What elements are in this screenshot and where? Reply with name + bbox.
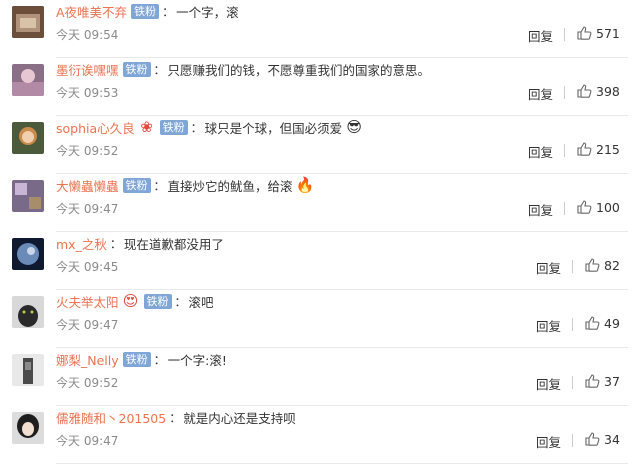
sunglasses-emoji: 😎	[346, 118, 362, 136]
thumbs-up-icon[interactable]	[584, 373, 600, 389]
reply-button[interactable]: 回复	[528, 84, 553, 103]
divider	[564, 202, 565, 215]
divider	[572, 260, 573, 273]
colon-separator: ：	[190, 120, 203, 135]
comment-time: 今天 09:52	[56, 376, 119, 390]
avatar[interactable]	[12, 296, 44, 328]
thumbs-up-icon[interactable]	[576, 83, 592, 99]
crown-badge-icon: ❀	[140, 118, 153, 136]
comment-text: 直接炒它的鱿鱼，给滚	[167, 178, 293, 194]
colon-separator: ：	[153, 178, 166, 193]
reply-button[interactable]: 回复	[528, 200, 553, 219]
thumbs-up-icon[interactable]	[584, 431, 600, 447]
user-name[interactable]: 墨衍诶嘿嘿	[56, 60, 119, 79]
comment-time: 今天 09:54	[56, 28, 119, 42]
heart-eyes-badge-icon: 😍	[122, 292, 139, 310]
comment-time: 今天 09:47	[56, 318, 119, 332]
like-count: 34	[604, 432, 620, 447]
reply-button[interactable]: 回复	[536, 258, 561, 277]
comment-item: 儒雅随和丶201505 ： 就是内心还是支持呗 今天 09:47 回复 34	[0, 406, 640, 464]
comment-text: 现在道歉都没用了	[123, 236, 224, 252]
comment-item: 墨衍诶嘿嘿 铁粉 ： 只愿赚我们的钱，不愿尊重我们的国家的意思。 今天 09:5…	[0, 58, 640, 116]
comment-item: mx_之秋 ： 现在道歉都没用了 今天 09:45 回复 82	[0, 232, 640, 290]
fan-badge[interactable]: 铁粉	[131, 3, 160, 19]
thumbs-up-icon[interactable]	[584, 315, 600, 331]
avatar[interactable]	[12, 238, 44, 270]
divider	[572, 434, 573, 447]
avatar[interactable]	[12, 180, 44, 212]
fan-badge[interactable]: 铁粉	[122, 351, 151, 367]
reply-button[interactable]: 回复	[528, 26, 553, 45]
user-name[interactable]: sophia心久良	[56, 118, 135, 137]
colon-separator: ：	[153, 62, 166, 77]
avatar[interactable]	[12, 354, 44, 386]
divider	[572, 318, 573, 331]
thumbs-up-icon[interactable]	[584, 257, 600, 273]
user-name[interactable]: 儒雅随和丶201505	[56, 408, 166, 427]
comment-item: A夜唯美不弃 铁粉 ： 一个字，滚 今天 09:54 回复 571	[0, 0, 640, 58]
thumbs-up-icon[interactable]	[576, 141, 592, 157]
comment-item: 大懒蟲懒蟲 铁粉 ： 直接炒它的鱿鱼，给滚 🔥 今天 09:47 回复 100	[0, 174, 640, 232]
comment-time: 今天 09:53	[56, 86, 119, 100]
comment-item: sophia心久良 ❀ 铁粉 ： 球只是个球，但国必须爱 😎 今天 09:52 …	[0, 116, 640, 174]
comment-text: 滚吧	[188, 294, 214, 310]
fan-badge[interactable]: 铁粉	[122, 177, 151, 193]
colon-separator: ：	[109, 236, 122, 251]
comment-time: 今天 09:45	[56, 260, 119, 274]
colon-separator: ：	[174, 294, 187, 309]
comment-text: 只愿赚我们的钱，不愿尊重我们的国家的意思。	[167, 62, 431, 78]
fan-badge[interactable]: 铁粉	[122, 61, 151, 77]
comment-time: 今天 09:47	[56, 202, 119, 216]
reply-button[interactable]: 回复	[536, 316, 561, 335]
colon-separator: ：	[169, 410, 182, 425]
thumbs-up-icon[interactable]	[576, 25, 592, 41]
like-count: 49	[604, 316, 620, 331]
user-name[interactable]: 娜梨_Nelly	[56, 350, 119, 369]
user-name[interactable]: A夜唯美不弃	[56, 2, 127, 21]
reply-button[interactable]: 回复	[536, 432, 561, 451]
like-count: 100	[596, 200, 620, 215]
fire-emoji: 🔥	[295, 176, 315, 194]
comment-text: 一个字:滚!	[167, 352, 227, 368]
thumbs-up-icon[interactable]	[576, 199, 592, 215]
comment-text: 就是内心还是支持呗	[183, 410, 296, 426]
colon-separator: ：	[162, 4, 175, 19]
avatar[interactable]	[12, 64, 44, 96]
colon-separator: ：	[153, 352, 166, 367]
divider	[572, 376, 573, 389]
avatar[interactable]	[12, 6, 44, 38]
comment-time: 今天 09:52	[56, 144, 119, 158]
comment-text: 一个字，滚	[176, 4, 239, 20]
divider	[564, 86, 565, 99]
fan-badge[interactable]: 铁粉	[159, 119, 188, 135]
comment-text: 球只是个球，但国必须爱	[204, 120, 343, 136]
user-name[interactable]: 火夫举太阳	[56, 292, 119, 311]
divider	[564, 144, 565, 157]
avatar[interactable]	[12, 412, 44, 444]
like-count: 82	[604, 258, 620, 273]
comment-item: 火夫举太阳 😍 铁粉 ： 滚吧 今天 09:47 回复 49	[0, 290, 640, 348]
comment-item: 娜梨_Nelly 铁粉 ： 一个字:滚! 今天 09:52 回复 37	[0, 348, 640, 406]
fan-badge[interactable]: 铁粉	[143, 293, 172, 309]
like-count: 37	[604, 374, 620, 389]
like-count: 398	[596, 84, 620, 99]
reply-button[interactable]: 回复	[536, 374, 561, 393]
user-name[interactable]: 大懒蟲懒蟲	[56, 176, 119, 195]
comment-time: 今天 09:47	[56, 434, 119, 448]
reply-button[interactable]: 回复	[528, 142, 553, 161]
like-count: 571	[596, 26, 620, 41]
like-count: 215	[596, 142, 620, 157]
avatar[interactable]	[12, 122, 44, 154]
divider	[564, 28, 565, 41]
user-name[interactable]: mx_之秋	[56, 234, 107, 253]
